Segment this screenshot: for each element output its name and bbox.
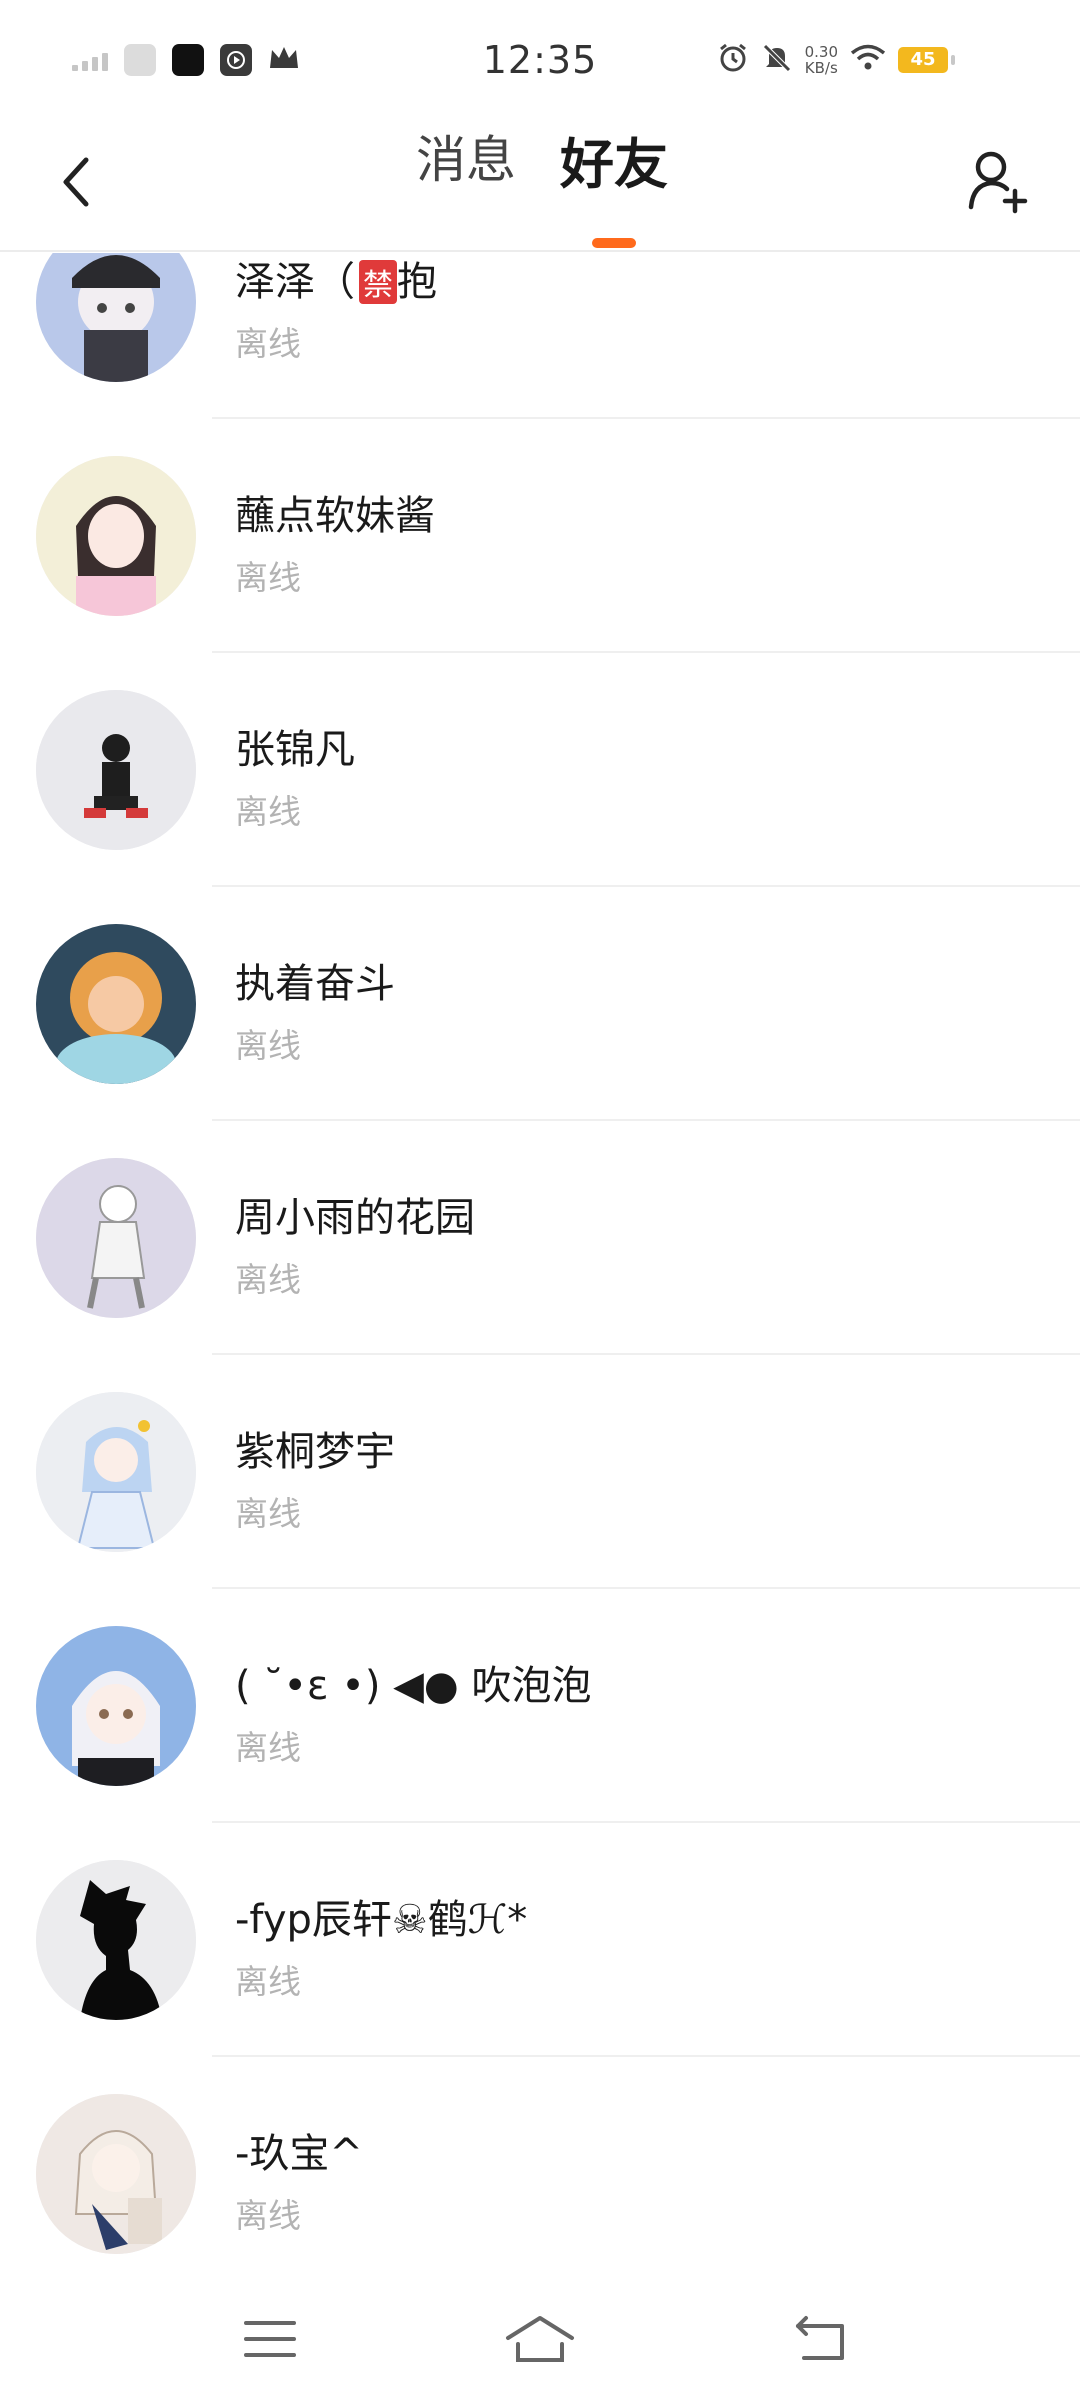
- home-button[interactable]: [500, 2304, 580, 2374]
- friend-status: 离线: [235, 1494, 301, 1533]
- menu-icon: [244, 2321, 296, 2357]
- back-button[interactable]: [46, 152, 106, 212]
- avatar: [36, 2094, 196, 2254]
- network-speed: 0.30 KB/s: [805, 44, 838, 76]
- status-right-icons: 0.30 KB/s 45: [717, 42, 955, 78]
- friend-status: 离线: [235, 2196, 301, 2235]
- back-nav-button[interactable]: [780, 2304, 860, 2374]
- friend-status: 离线: [235, 1728, 301, 1767]
- friend-row[interactable]: 紫桐梦宇 离线: [0, 1355, 1080, 1589]
- avatar: [36, 1860, 196, 2020]
- friend-name: 泽泽（禁抱: [235, 259, 437, 305]
- system-nav-bar: [0, 2280, 1080, 2400]
- avatar: [36, 456, 196, 616]
- network-speed-unit: KB/s: [804, 59, 838, 77]
- friend-name: -fyp辰轩☠鹤ℋ*: [235, 1897, 528, 1943]
- avatar: [36, 690, 196, 850]
- friend-name: 蘸点软妹酱: [235, 493, 435, 539]
- friend-status: 离线: [235, 1260, 301, 1299]
- friend-row[interactable]: 张锦凡 离线: [0, 653, 1080, 887]
- avatar: [36, 253, 196, 382]
- friend-status: 离线: [235, 1962, 301, 2001]
- tab-friends[interactable]: 好友: [560, 120, 668, 199]
- friend-row[interactable]: -玖宝^ 离线: [0, 2057, 1080, 2280]
- back-arrow-icon: [796, 2316, 844, 2360]
- active-tab-indicator: [592, 238, 636, 248]
- friend-status: 离线: [235, 324, 301, 363]
- avatar: [36, 1626, 196, 1786]
- ban-tag: 禁: [359, 260, 397, 304]
- network-speed-value: 0.30: [804, 43, 838, 61]
- tab-messages[interactable]: 消息: [416, 120, 516, 192]
- add-friend-button[interactable]: [958, 142, 1038, 222]
- friend-name: 周小雨的花园: [235, 1195, 475, 1241]
- friend-status: 离线: [235, 1026, 301, 1065]
- status-bar: 12:35 0.30 KB/s 45: [0, 0, 1080, 120]
- avatar: [36, 1392, 196, 1552]
- friend-name: -玖宝^: [235, 2131, 363, 2177]
- friend-name: 张锦凡: [235, 727, 355, 773]
- top-header: 消息 好友: [0, 120, 1080, 252]
- friend-row[interactable]: ( ˘•ε •) ◀● 吹泡泡 离线: [0, 1589, 1080, 1823]
- friend-row[interactable]: 泽泽（禁抱 离线: [0, 253, 1080, 419]
- friend-name: 执着奋斗: [235, 961, 395, 1007]
- alarm-icon: [717, 42, 749, 78]
- friend-row[interactable]: 执着奋斗 离线: [0, 887, 1080, 1121]
- add-user-icon: [968, 151, 1028, 214]
- friend-row[interactable]: 周小雨的花园 离线: [0, 1121, 1080, 1355]
- mute-bell-icon: [761, 42, 793, 78]
- chevron-left-icon: [63, 157, 89, 207]
- friend-row[interactable]: 蘸点软妹酱 离线: [0, 419, 1080, 653]
- friend-list[interactable]: 泽泽（禁抱 离线 蘸点软妹酱 离线 张锦凡 离线 执着奋斗 离线 周小雨的花园 …: [0, 253, 1080, 2280]
- battery-indicator: 45: [898, 47, 955, 73]
- avatar: [36, 924, 196, 1084]
- home-icon: [506, 2316, 574, 2362]
- friend-row[interactable]: -fyp辰轩☠鹤ℋ* 离线: [0, 1823, 1080, 2057]
- menu-button[interactable]: [230, 2304, 310, 2374]
- friend-status: 离线: [235, 792, 301, 831]
- avatar: [36, 1158, 196, 1318]
- friend-name: 紫桐梦宇: [235, 1429, 395, 1475]
- friend-status: 离线: [235, 558, 301, 597]
- friend-name: ( ˘•ε •) ◀● 吹泡泡: [235, 1663, 592, 1709]
- wifi-icon: [850, 44, 886, 76]
